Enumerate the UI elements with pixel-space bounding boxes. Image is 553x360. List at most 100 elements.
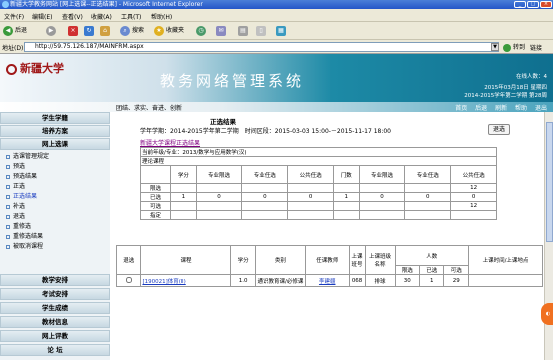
sidebar-item-preselect-result[interactable]: 预选结果	[6, 172, 37, 181]
nav-back[interactable]: 后退	[475, 105, 487, 112]
term-line: 学年学期：2014-2015学年第二学期 时间区段：2015-03-03 15:…	[140, 128, 392, 135]
teacher-link[interactable]: 李建疆	[304, 274, 350, 287]
scrollbar-thumb[interactable]	[546, 122, 553, 242]
sidebar-section-grades[interactable]: 学生成绩	[0, 302, 110, 314]
discuss-icon: ▦	[276, 25, 286, 36]
forward-arrow-icon: ▶	[46, 25, 56, 36]
col-header: 课程	[140, 245, 232, 275]
table-row: 限选 12	[140, 183, 497, 193]
table-cell	[287, 183, 334, 193]
sidebar-section-teaching[interactable]: 教学安排	[0, 274, 110, 286]
stop-icon: ×	[68, 25, 78, 36]
menu-help[interactable]: 帮助(H)	[151, 12, 172, 21]
sidebar-item-withdraw[interactable]: 退选	[6, 212, 25, 221]
col-header: 类别	[254, 245, 306, 275]
col-header: 学分	[230, 245, 256, 275]
col-header: 已选	[419, 265, 445, 275]
table-cell	[195, 201, 243, 211]
sidebar-section-exams[interactable]: 考试安排	[0, 288, 110, 300]
withdraw-checkbox[interactable]	[125, 276, 132, 283]
sidebar-item-rules[interactable]: 选课管理规定	[6, 152, 49, 161]
table-cell: 通识教育课/必修课	[254, 274, 306, 287]
col-header: 上课班号	[348, 245, 366, 275]
sidebar-section-textbooks[interactable]: 教材信息	[0, 316, 110, 328]
sidebar-item-supplement[interactable]: 补选	[6, 202, 25, 211]
result-link[interactable]: 新疆大学课程正选结果	[140, 138, 200, 147]
sidebar-item-select[interactable]: 正选	[6, 182, 25, 191]
table-cell	[195, 183, 243, 193]
favorites-button[interactable]: ★ 收藏夹	[154, 25, 184, 37]
links-label[interactable]: 链接	[530, 43, 542, 52]
sidebar-section-training-plan[interactable]: 培养方案	[0, 125, 110, 137]
table-cell: 1.0	[230, 274, 256, 287]
table-cell: 1	[170, 192, 197, 202]
table-cell: 068	[348, 274, 366, 287]
go-button[interactable]: 转到	[503, 42, 525, 52]
grade-line: 当前年级/专业：2013/数学与应用数学(汉)	[140, 147, 497, 157]
page-icon	[6, 174, 10, 179]
sidebar-section-student-status[interactable]: 学生学籍	[0, 112, 110, 124]
row-label: 已选	[140, 192, 171, 202]
table-cell	[170, 183, 197, 193]
table-cell: 0	[241, 192, 289, 202]
nav-home[interactable]: 首页	[455, 105, 467, 112]
window-titlebar: 新疆大学教务网站 [网上选课--正选结果] - Microsoft Intern…	[0, 0, 553, 9]
system-title: 教务网络管理系统	[160, 72, 305, 90]
table-cell	[241, 183, 289, 193]
sidebar-section-evaluation[interactable]: 网上评教	[0, 330, 110, 342]
refresh-icon: ↻	[84, 25, 94, 36]
col-header: 上课时间/上课地点	[468, 245, 543, 275]
nav-refresh[interactable]: 刷新	[495, 105, 507, 112]
mail-button[interactable]: ✉	[216, 25, 228, 37]
sidebar-item-retake[interactable]: 重修选	[6, 222, 31, 231]
menu-file[interactable]: 文件(F)	[4, 12, 24, 21]
print-button[interactable]: ▤	[238, 25, 250, 37]
floating-widget-icon[interactable]: ◐	[541, 303, 553, 325]
nav-help[interactable]: 帮助	[515, 105, 527, 112]
close-button[interactable]: ×	[540, 1, 552, 8]
maximize-button[interactable]: □	[527, 1, 539, 8]
address-bar: 地址(D) http://59.75.126.187/MAINFRM.aspx …	[0, 40, 553, 54]
window-title: 新疆大学教务网站 [网上选课--正选结果] - Microsoft Intern…	[10, 1, 203, 8]
col-header: 上课班级名称	[364, 245, 396, 275]
stop-button[interactable]: ×	[68, 25, 80, 37]
minimize-button[interactable]: _	[514, 1, 526, 8]
sidebar-item-cancelled[interactable]: 被取消课程	[6, 242, 43, 251]
refresh-button[interactable]: ↻	[84, 25, 96, 37]
menu-edit[interactable]: 编辑(E)	[32, 12, 52, 21]
col-header: 限选	[394, 265, 421, 275]
school-logo: 新疆大学	[6, 60, 64, 76]
table-cell	[358, 183, 406, 193]
forward-button[interactable]: ▶	[46, 25, 58, 37]
home-button[interactable]: ⌂	[100, 25, 112, 37]
page-icon	[6, 204, 10, 209]
history-button[interactable]: ◷	[196, 25, 208, 37]
sidebar-item-retake-result[interactable]: 重修选结果	[6, 232, 43, 241]
url-input[interactable]: http://59.75.126.187/MAINFRM.aspx	[24, 42, 499, 52]
menu-tools[interactable]: 工具(T)	[121, 12, 141, 21]
nav-logout[interactable]: 退出	[535, 105, 547, 112]
menu-favorites[interactable]: 收藏(A)	[91, 12, 112, 21]
sidebar: 学生学籍 培养方案 网上选课 选课管理规定 预选 预选结果 正选 正选结果 补选…	[0, 112, 110, 360]
table-row: 指定	[140, 210, 497, 220]
back-button[interactable]: ◀ 后退	[3, 25, 27, 37]
edit-button[interactable]: ▯	[256, 25, 268, 37]
discuss-button[interactable]: ▦	[276, 25, 288, 37]
row-label: 指定	[140, 210, 171, 220]
page-icon	[6, 234, 10, 239]
course-link[interactable]: [190021]体育(Ⅱ)	[140, 274, 232, 287]
star-icon: ★	[154, 25, 164, 36]
sidebar-section-online-selection[interactable]: 网上选课	[0, 138, 110, 150]
ie-icon	[2, 1, 9, 8]
table-cell: 0	[195, 192, 243, 202]
sidebar-item-select-result[interactable]: 正选结果	[6, 192, 37, 201]
table-cell: 0	[358, 192, 406, 202]
sidebar-section-forum[interactable]: 论 坛	[0, 344, 110, 356]
sidebar-item-preselect[interactable]: 预选	[6, 162, 25, 171]
table-cell	[358, 210, 406, 220]
table-cell: 0	[450, 192, 497, 202]
menu-view[interactable]: 查看(V)	[62, 12, 83, 21]
search-button[interactable]: ⌕ 搜索	[120, 25, 144, 37]
dropdown-arrow-icon[interactable]: ▼	[491, 43, 499, 51]
withdraw-button[interactable]: 退选	[488, 124, 510, 135]
